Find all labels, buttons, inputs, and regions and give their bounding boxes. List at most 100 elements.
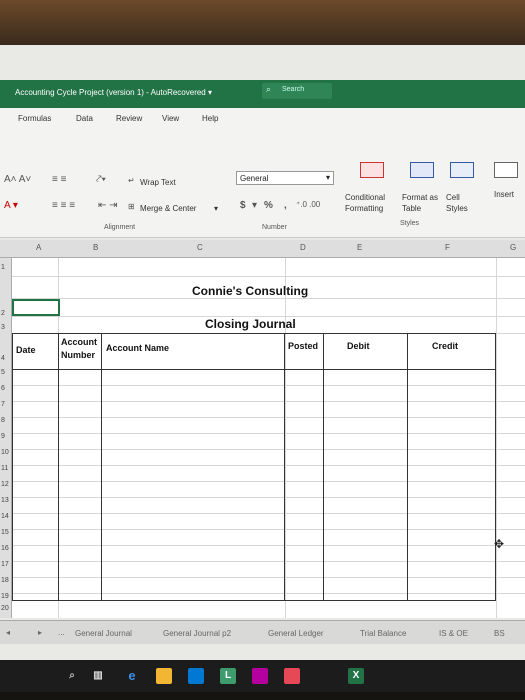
group-number-label: Number (262, 224, 287, 231)
cell-styles-icon (450, 162, 474, 178)
sheet-tab-is-oe[interactable]: IS & OE (439, 629, 468, 638)
sheet-tab-bs[interactable]: BS (494, 629, 505, 638)
search-icon[interactable]: ⌕ (64, 668, 80, 684)
group-alignment-label: Alignment (104, 224, 136, 231)
format-table-icon (410, 162, 434, 178)
company-name: Connie's Consulting (192, 284, 309, 298)
column-header-f[interactable]: F (445, 243, 450, 252)
next-sheet-icon[interactable]: ▸ (38, 628, 42, 637)
window-title: Accounting Cycle Project (version 1) - A… (15, 88, 212, 97)
column-header-e[interactable]: E (357, 243, 362, 252)
sheet-tab-trial-balance[interactable]: Trial Balance (360, 629, 406, 638)
currency-button[interactable]: $ (240, 200, 246, 211)
row-header[interactable]: 16 (1, 545, 9, 552)
row-header[interactable]: 17 (1, 561, 9, 568)
header-account-number-1: Account (61, 337, 97, 347)
row-header[interactable]: 13 (1, 497, 9, 504)
row-header[interactable]: 15 (1, 529, 9, 536)
sheet-tab-general-ledger[interactable]: General Ledger (268, 629, 324, 638)
sheet-tab-bar: ◂ ▸ ... General Journal General Journal … (0, 620, 525, 644)
shield-icon[interactable] (284, 668, 300, 684)
row-header[interactable]: 18 (1, 577, 9, 584)
row-header[interactable]: 20 (1, 605, 9, 612)
cell-styles-button[interactable]: Cell Styles (446, 192, 468, 214)
app-icon[interactable] (252, 668, 268, 684)
row-headers: 1 2 3 4 5 6 7 8 9 10 11 12 13 14 15 16 1… (0, 258, 12, 618)
table-divider (323, 333, 324, 601)
row-header[interactable]: 19 (1, 593, 9, 600)
header-posted: Posted (288, 341, 319, 351)
orientation-icon[interactable]: ⤤▾ (96, 174, 106, 185)
group-styles-label: Styles (400, 220, 420, 227)
tab-help[interactable]: Help (202, 114, 218, 123)
store-icon[interactable] (188, 668, 204, 684)
ribbon: A˄ A˅ A ▾ ≡ ≡ ≡ ≡ ≡ ⤤▾ ⇤ ⇥ ↵ Wrap Text ⊞… (0, 128, 525, 238)
grid-line (12, 276, 525, 277)
move-cursor-icon: ✥ (494, 537, 505, 551)
row-header[interactable]: 5 (1, 369, 5, 376)
conditional-formatting-button[interactable]: Conditional Formatting (345, 192, 385, 214)
align-left-icon[interactable]: ≡ ≡ ≡ (52, 200, 75, 211)
chevron-down-icon: ▾ (325, 173, 330, 182)
column-header-b[interactable]: B (93, 243, 98, 252)
comma-button[interactable]: , (284, 200, 287, 211)
insert-button[interactable]: Insert (494, 190, 514, 199)
decimal-icon[interactable]: ⁺.0 .00 (296, 200, 320, 209)
row-header[interactable]: 4 (1, 355, 5, 362)
row-header[interactable]: 8 (1, 417, 5, 424)
table-divider (407, 333, 408, 601)
merge-center-button[interactable]: Merge & Center (140, 204, 196, 213)
row-header[interactable]: 14 (1, 513, 9, 520)
more-sheets-icon[interactable]: ... (58, 628, 65, 637)
prev-sheet-icon[interactable]: ◂ (6, 628, 10, 637)
row-header[interactable]: 9 (1, 433, 5, 440)
l-app-icon[interactable]: L (220, 668, 236, 684)
percent-button[interactable]: % (264, 200, 273, 211)
row-header[interactable]: 7 (1, 401, 5, 408)
table-divider (58, 333, 59, 601)
tab-view[interactable]: View (162, 114, 179, 123)
header-account-number-2: Number (61, 350, 96, 360)
row-header[interactable]: 3 (1, 324, 5, 331)
column-header-c[interactable]: C (197, 243, 203, 252)
indent-icon[interactable]: ⇤ ⇥ (98, 200, 118, 211)
currency-dropdown-icon[interactable]: ▾ (252, 200, 257, 211)
row-header[interactable]: 2 (1, 310, 5, 317)
column-header-d[interactable]: D (300, 243, 306, 252)
column-header-a[interactable]: A (36, 243, 41, 252)
search-icon: ⌕ (266, 84, 272, 94)
row-header[interactable]: 1 (1, 264, 5, 271)
tab-formulas[interactable]: Formulas (18, 114, 51, 123)
taskbar: ⌕ ▥ e L X (0, 660, 525, 692)
sheet-tab-general-journal-p2[interactable]: General Journal p2 (163, 629, 231, 638)
row-header[interactable]: 10 (1, 449, 9, 456)
wrap-text-icon: ↵ (128, 176, 135, 185)
row-header[interactable]: 11 (1, 465, 8, 472)
tab-review[interactable]: Review (116, 114, 142, 123)
search-placeholder: Search (282, 86, 305, 93)
number-format-select[interactable]: General ▾ (236, 171, 334, 185)
grid-line (12, 298, 525, 299)
column-header-g[interactable]: G (510, 243, 516, 252)
tab-data[interactable]: Data (76, 114, 93, 123)
folder-icon[interactable] (156, 668, 172, 684)
row-header[interactable]: 6 (1, 385, 5, 392)
journal-table (12, 333, 496, 601)
wrap-text-button[interactable]: Wrap Text (140, 178, 176, 187)
table-divider (101, 333, 102, 601)
merge-dropdown-icon[interactable]: ▾ (214, 204, 218, 213)
ribbon-tabs: Formulas Data Review View Help (0, 108, 525, 128)
task-view-icon[interactable]: ▥ (90, 668, 106, 684)
row-header[interactable]: 12 (1, 481, 9, 488)
font-color-icon[interactable]: A ▾ (4, 200, 18, 211)
format-as-table-button[interactable]: Format as Table (402, 192, 438, 214)
edge-icon[interactable]: e (124, 668, 140, 684)
selected-cell[interactable] (12, 299, 60, 316)
align-top-icon[interactable]: ≡ ≡ (52, 174, 66, 185)
journal-title: Closing Journal (205, 317, 296, 331)
title-bar: Accounting Cycle Project (version 1) - A… (0, 80, 525, 108)
font-size-icon[interactable]: A˄ A˅ (4, 174, 31, 185)
search-box[interactable]: ⌕ Search (262, 83, 332, 99)
excel-icon[interactable]: X (348, 668, 364, 684)
sheet-tab-general-journal[interactable]: General Journal (75, 629, 132, 638)
